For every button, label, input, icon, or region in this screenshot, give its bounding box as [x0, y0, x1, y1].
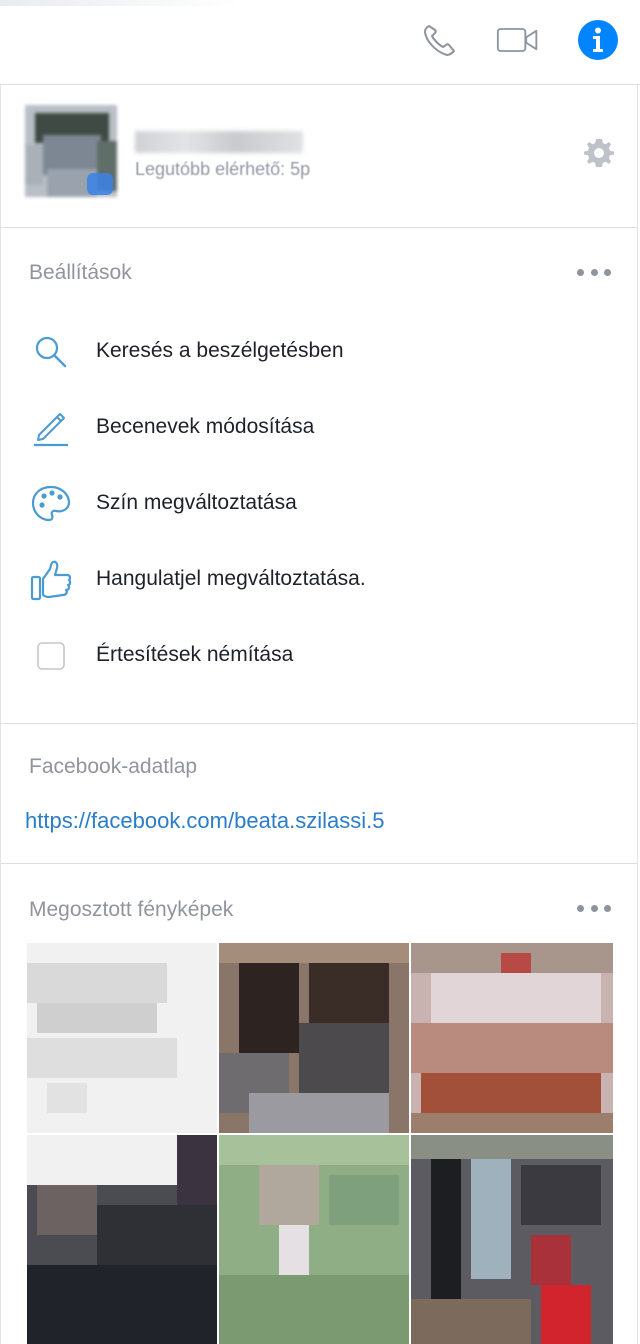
mute-notifications-label: Értesítések némítása — [96, 643, 294, 666]
change-emoji-label: Hangulatjel megváltoztatása. — [96, 567, 366, 590]
edit-nicknames-label: Becenevek módosítása — [96, 415, 315, 438]
change-color-item[interactable]: Szín megváltoztatása — [1, 474, 637, 534]
edit-nicknames-item[interactable]: Becenevek módosítása — [1, 398, 637, 458]
info-icon[interactable] — [576, 18, 620, 62]
video-camera-icon[interactable] — [496, 18, 540, 62]
change-color-label: Szín megváltoztatása — [96, 491, 297, 514]
shared-photo-thumbnail[interactable] — [411, 943, 613, 1133]
tab-edge — [0, 0, 240, 6]
shared-photos-title: Megosztott fényképek — [29, 898, 234, 921]
gear-icon[interactable] — [583, 137, 615, 169]
online-status-badge — [87, 173, 113, 195]
settings-title: Beállítások — [29, 261, 132, 284]
facebook-profile-link[interactable]: https://facebook.com/beata.szilassi.5 — [25, 808, 385, 834]
search-in-conversation-label: Keresés a beszélgetésben — [96, 339, 344, 362]
search-in-conversation-item[interactable]: Keresés a beszélgetésben — [1, 322, 637, 382]
checkbox-icon[interactable] — [29, 636, 73, 676]
phone-icon[interactable] — [418, 18, 462, 62]
settings-more-button[interactable] — [577, 262, 611, 282]
search-icon — [29, 332, 73, 372]
shared-photo-thumbnail[interactable] — [27, 943, 217, 1133]
pencil-icon — [29, 408, 73, 448]
change-emoji-item[interactable]: Hangulatjel megváltoztatása. — [1, 550, 637, 610]
contact-name-redacted — [135, 131, 303, 153]
conversation-info-panel: Legutóbb elérhető: 5p Beállítások Keresé… — [0, 85, 638, 1344]
mute-notifications-item[interactable]: Értesítések némítása — [1, 626, 637, 686]
top-toolbar — [0, 0, 640, 85]
shared-photo-thumbnail[interactable] — [411, 1135, 613, 1344]
shared-photo-thumbnail[interactable] — [219, 1135, 409, 1344]
thumbs-up-icon — [29, 560, 73, 601]
facebook-profile-title: Facebook-adatlap — [29, 755, 198, 778]
last-active-status: Legutóbb elérhető: 5p — [135, 159, 311, 179]
divider — [1, 723, 637, 724]
divider — [1, 863, 637, 864]
shared-photo-thumbnail[interactable] — [219, 943, 409, 1133]
messenger-details-panel: Legutóbb elérhető: 5p Beállítások Keresé… — [0, 0, 640, 1344]
shared-photo-thumbnail[interactable] — [27, 1135, 217, 1344]
profile-header: Legutóbb elérhető: 5p — [1, 85, 637, 228]
palette-icon — [29, 484, 73, 524]
shared-photos-more-button[interactable] — [577, 898, 611, 918]
